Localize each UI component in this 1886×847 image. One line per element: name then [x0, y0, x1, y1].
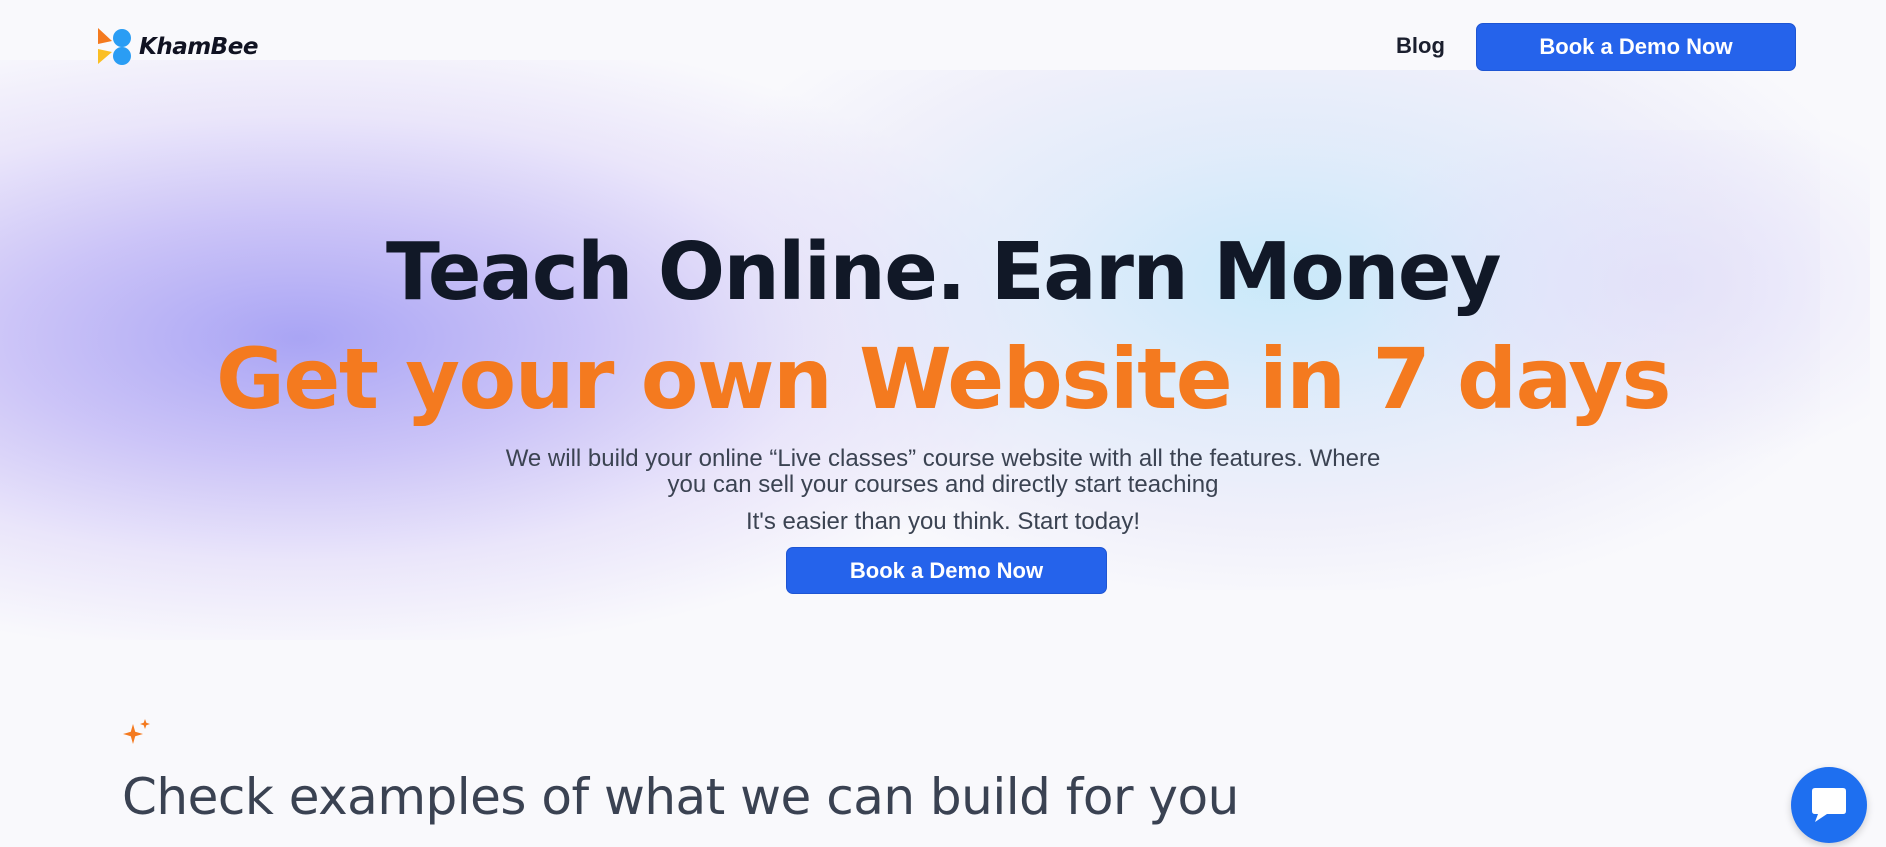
chat-bubble-icon	[1812, 788, 1846, 822]
nav-link-blog[interactable]: Blog	[1396, 33, 1445, 59]
hero-tagline: It's easier than you think. Start today!	[745, 508, 1141, 535]
logo-link[interactable]: KhamBee	[97, 26, 258, 68]
sparkle-icon	[123, 719, 150, 744]
khambee-logo-icon	[98, 28, 131, 65]
hero-headline: Teach Online. Earn Money	[386, 226, 1501, 318]
hero-subheadline: Get your own Website in 7 days	[215, 330, 1672, 428]
hero-description: We will build your online “Live classes”…	[505, 445, 1381, 498]
landing-page: KhamBee Blog Book a Demo Now Teach Onlin…	[0, 0, 1886, 847]
examples-section-title: Check examples of what we can build for …	[122, 768, 1239, 826]
chat-button[interactable]	[1791, 767, 1867, 843]
logo-text: KhamBee	[139, 34, 258, 60]
hero-book-demo-button[interactable]: Book a Demo Now	[786, 547, 1107, 594]
header-book-demo-button[interactable]: Book a Demo Now	[1476, 23, 1796, 71]
